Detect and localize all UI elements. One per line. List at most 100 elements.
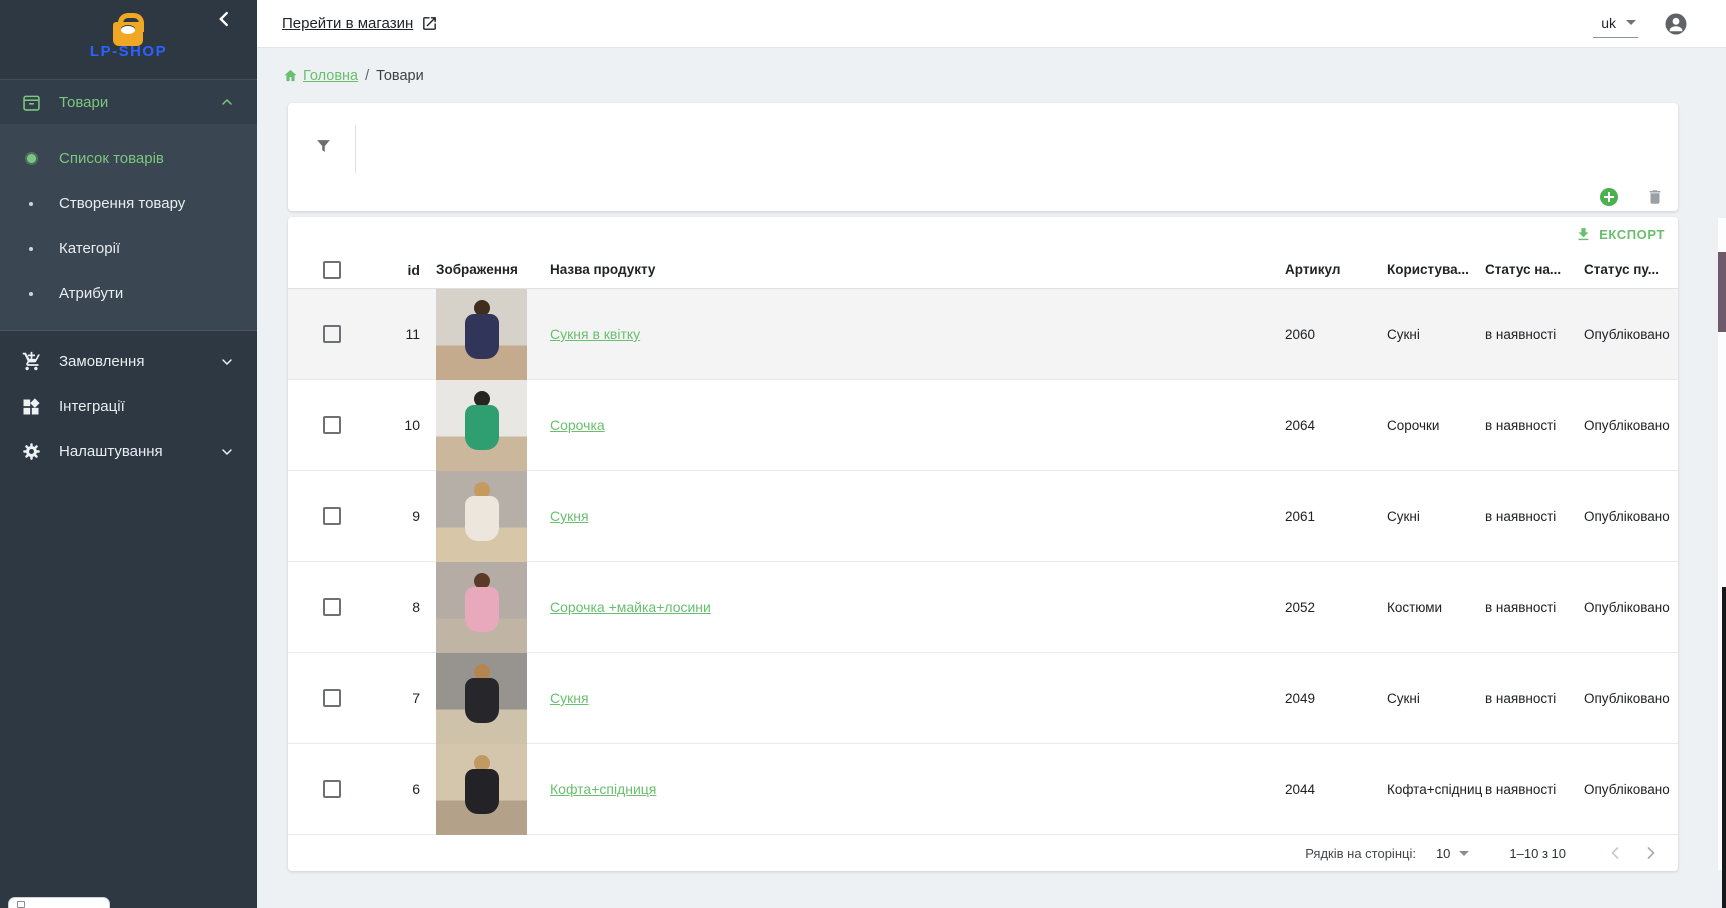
table-row: 10 Сорочка 2064 Сорочки в наявності Опуб… — [288, 380, 1678, 471]
filter-funnel-icon — [314, 137, 333, 156]
product-thumbnail — [436, 471, 527, 562]
vertical-scrollbar-thumb[interactable] — [1722, 587, 1726, 908]
store-link-label: Перейти в магазин — [282, 15, 413, 32]
go-to-store-link[interactable]: Перейти в магазин — [282, 15, 438, 32]
product-name-link[interactable]: Сукня в квітку — [550, 326, 640, 342]
export-label: ЕКСПОРТ — [1599, 227, 1665, 242]
product-name-link[interactable]: Сукня — [550, 690, 589, 706]
sidebar-item-settings[interactable]: Налаштування — [0, 429, 257, 474]
rows-per-page-label: Рядків на сторінці: — [1305, 846, 1416, 861]
account-avatar-button[interactable] — [1664, 12, 1688, 36]
product-name-link[interactable]: Кофта+спідниця — [550, 781, 656, 797]
cell-category: Кофта+спідниц — [1387, 782, 1485, 797]
sidebar-item-label: Товари — [59, 94, 219, 111]
add-product-button[interactable] — [1600, 188, 1618, 206]
active-bullet-icon — [23, 154, 39, 163]
sidebar-item-attributes[interactable]: Атрибути — [0, 271, 257, 316]
sidebar-item-label: Список товарів — [59, 150, 164, 167]
cell-publish-status: Опубліковано — [1584, 691, 1678, 706]
language-select[interactable]: uk — [1593, 11, 1638, 38]
table-row: 6 Кофта+спідниця 2044 Кофта+спідниц в на… — [288, 744, 1678, 835]
sidebar-item-label: Інтеграції — [59, 398, 235, 415]
row-checkbox[interactable] — [323, 689, 341, 707]
cell-category: Сорочки — [1387, 418, 1485, 433]
chevron-down-icon — [219, 354, 235, 370]
cell-id: 7 — [388, 690, 420, 706]
sidebar-item-products[interactable]: Товари — [0, 80, 257, 124]
cell-sku: 2052 — [1285, 600, 1387, 615]
cell-stock-status: в наявності — [1485, 327, 1584, 342]
open-in-new-icon — [421, 15, 438, 32]
caret-down-icon — [1626, 20, 1636, 25]
rows-per-page-value: 10 — [1436, 846, 1450, 861]
cell-sku: 2064 — [1285, 418, 1387, 433]
product-thumbnail — [436, 744, 527, 835]
toolbar-divider — [355, 125, 356, 173]
sidebar-item-product-list[interactable]: Список товарів — [0, 136, 257, 181]
chevron-left-icon — [213, 8, 235, 30]
page-range: 1–10 з 10 — [1509, 846, 1566, 861]
main-content: Головна / Товари ЕКСПОРТ id Зображення — [257, 48, 1726, 908]
logo-area: LP-SHOP — [0, 0, 257, 80]
sidebar-item-orders[interactable]: Замовлення — [0, 339, 257, 384]
column-header-id: id — [388, 262, 420, 278]
row-checkbox[interactable] — [323, 416, 341, 434]
row-checkbox[interactable] — [323, 507, 341, 525]
column-header-category: Користува... — [1387, 262, 1485, 277]
row-checkbox[interactable] — [323, 325, 341, 343]
filter-button[interactable] — [314, 137, 338, 161]
products-submenu: Список товарів Створення товару Категорі… — [0, 124, 257, 331]
next-page-button[interactable] — [1638, 840, 1664, 866]
row-checkbox[interactable] — [323, 598, 341, 616]
cell-publish-status: Опубліковано — [1584, 327, 1678, 342]
cell-publish-status: Опубліковано — [1584, 782, 1678, 797]
delete-button[interactable] — [1646, 188, 1664, 206]
chevron-down-icon — [219, 444, 235, 460]
sidebar-item-create-product[interactable]: Створення товару — [0, 181, 257, 226]
sidebar-item-categories[interactable]: Категорії — [0, 226, 257, 271]
products-table-card: ЕКСПОРТ id Зображення Назва продукту Арт… — [288, 217, 1678, 871]
sidebar-item-integrations[interactable]: Інтеграції — [0, 384, 257, 429]
product-thumbnail — [436, 380, 527, 471]
row-checkbox[interactable] — [323, 780, 341, 798]
sidebar-item-label: Налаштування — [59, 443, 219, 460]
cell-sku: 2061 — [1285, 509, 1387, 524]
breadcrumb-separator: / — [365, 68, 369, 84]
download-icon — [1575, 226, 1592, 243]
product-thumbnail — [436, 653, 527, 744]
person-icon — [1664, 12, 1688, 36]
product-name-link[interactable]: Сукня — [550, 508, 589, 524]
previous-page-button[interactable] — [1602, 840, 1628, 866]
product-thumbnail — [436, 562, 527, 653]
cell-stock-status: в наявності — [1485, 418, 1584, 433]
table-row: 9 Сукня 2061 Сукні в наявності Опубліков… — [288, 471, 1678, 562]
column-header-publish-status: Статус пу... — [1584, 262, 1678, 277]
column-header-stock-status: Статус на... — [1485, 262, 1584, 277]
sidebar-item-label: Замовлення — [59, 353, 219, 370]
rows-per-page-select[interactable]: 10 — [1436, 846, 1469, 861]
export-button[interactable]: ЕКСПОРТ — [1575, 226, 1665, 243]
breadcrumb: Головна / Товари — [257, 48, 1726, 103]
cell-category: Сукні — [1387, 691, 1485, 706]
logo-text: LP-SHOP — [0, 43, 257, 60]
product-box-icon — [20, 91, 42, 113]
cell-publish-status: Опубліковано — [1584, 418, 1678, 433]
cell-stock-status: в наявності — [1485, 691, 1584, 706]
sidebar-collapse-button[interactable] — [213, 8, 235, 30]
breadcrumb-home-link[interactable]: Головна — [283, 68, 358, 84]
column-header-name: Назва продукту — [527, 262, 1285, 277]
language-value: uk — [1601, 15, 1616, 31]
breadcrumb-current: Товари — [376, 68, 424, 84]
gear-icon — [20, 441, 42, 463]
widgets-icon — [20, 396, 42, 418]
cell-id: 6 — [388, 781, 420, 797]
cell-publish-status: Опубліковано — [1584, 600, 1678, 615]
topbar: Перейти в магазин uk — [257, 0, 1726, 48]
product-name-link[interactable]: Сорочка — [550, 417, 605, 433]
bullet-icon — [23, 247, 39, 251]
add-shopping-cart-icon — [20, 351, 42, 373]
cell-stock-status: в наявності — [1485, 782, 1584, 797]
product-name-link[interactable]: Сорочка +майка+лосини — [550, 599, 711, 615]
select-all-checkbox[interactable] — [323, 261, 341, 279]
chevron-up-icon — [219, 94, 235, 110]
